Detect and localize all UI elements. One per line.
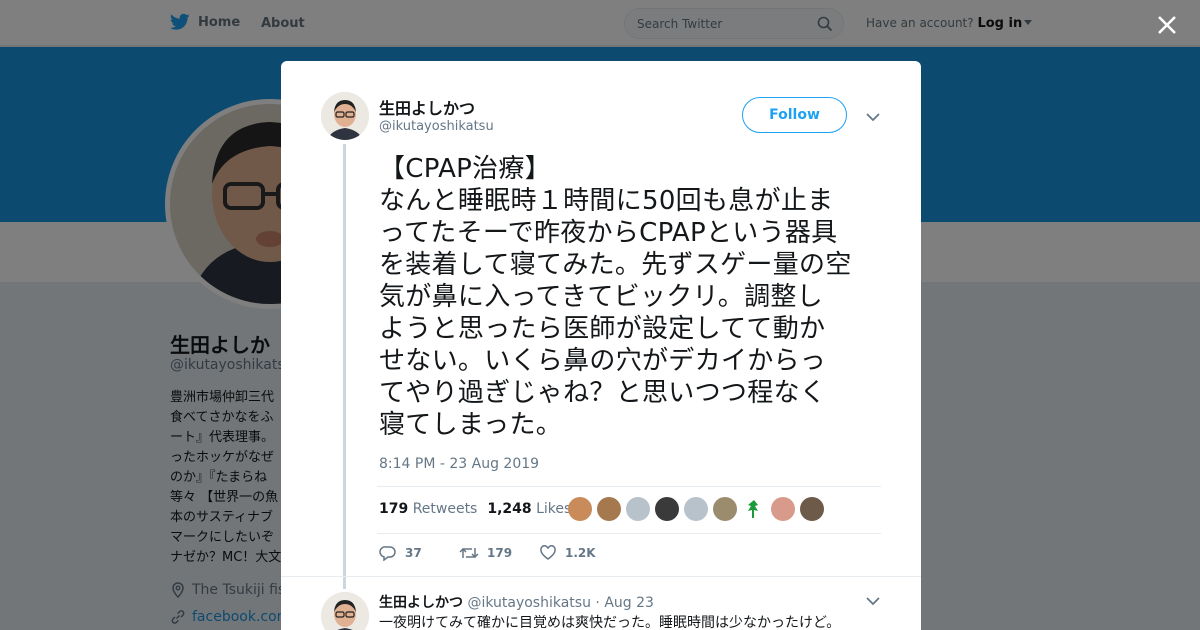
retweet-count: 179 <box>487 546 513 560</box>
retweets-label: Retweets <box>412 501 478 517</box>
retweets-count: 179 <box>379 501 409 517</box>
liker-avatar[interactable] <box>771 497 795 521</box>
chevron-down-icon[interactable] <box>866 596 880 606</box>
author-handle[interactable]: @ikutayoshikatsu <box>379 119 494 134</box>
likes-stat[interactable]: 1,248 Likes <box>487 501 571 517</box>
reply-count: 37 <box>405 546 422 560</box>
reply-author-name[interactable]: 生田よしかつ <box>379 595 463 611</box>
liker-avatar[interactable] <box>713 497 737 521</box>
liker-avatar[interactable] <box>626 497 650 521</box>
liker-avatar[interactable] <box>800 497 824 521</box>
reply-date[interactable]: · Aug 23 <box>595 595 654 611</box>
reply-text: 一夜明けてみて確かに目覚めは爽快だった。睡眠時間は少なかったけど。 <box>379 615 841 630</box>
divider <box>377 533 881 534</box>
like-button[interactable]: 1.2K <box>539 545 619 561</box>
retweets-stat[interactable]: 179 Retweets <box>379 501 477 517</box>
divider <box>377 486 881 487</box>
retweet-icon <box>459 547 479 559</box>
retweet-button[interactable]: 179 <box>459 545 539 561</box>
liker-avatar[interactable] <box>655 497 679 521</box>
tweet-text: 【CPAP治療】 なんと睡眠時１時間に50回も息が止ま ってたそーで昨夜からCP… <box>379 154 852 440</box>
follow-button[interactable]: Follow <box>742 97 847 133</box>
like-count: 1.2K <box>565 546 596 560</box>
chevron-down-icon[interactable] <box>866 112 880 122</box>
heart-icon <box>540 545 556 560</box>
reply-author-avatar[interactable] <box>321 592 369 630</box>
divider <box>281 576 921 577</box>
reply-button[interactable]: 37 <box>379 545 459 561</box>
tweet-stats: 179 Retweets 1,248 Likes <box>379 501 571 517</box>
close-icon[interactable] <box>1154 12 1180 38</box>
liker-avatar[interactable] <box>597 497 621 521</box>
reply-author-handle[interactable]: @ikutayoshikatsu <box>467 595 591 611</box>
tweet-timestamp[interactable]: 8:14 PM - 23 Aug 2019 <box>379 456 539 472</box>
tweet-modal: 生田よしかつ @ikutayoshikatsu Follow 【CPAP治療】 … <box>281 61 921 630</box>
reply-header: 生田よしかつ @ikutayoshikatsu · Aug 23 <box>379 592 654 612</box>
liker-avatar[interactable] <box>742 497 766 521</box>
likers-avatars <box>568 497 824 521</box>
liker-avatar[interactable] <box>684 497 708 521</box>
tweet-actions: 37 179 1.2K <box>379 545 619 561</box>
thread-line <box>343 144 346 589</box>
likes-count: 1,248 <box>487 501 532 517</box>
likes-label: Likes <box>536 501 572 517</box>
author-name[interactable]: 生田よしかつ <box>379 95 475 119</box>
reply-icon <box>379 546 396 561</box>
author-avatar[interactable] <box>321 92 369 140</box>
liker-avatar[interactable] <box>568 497 592 521</box>
